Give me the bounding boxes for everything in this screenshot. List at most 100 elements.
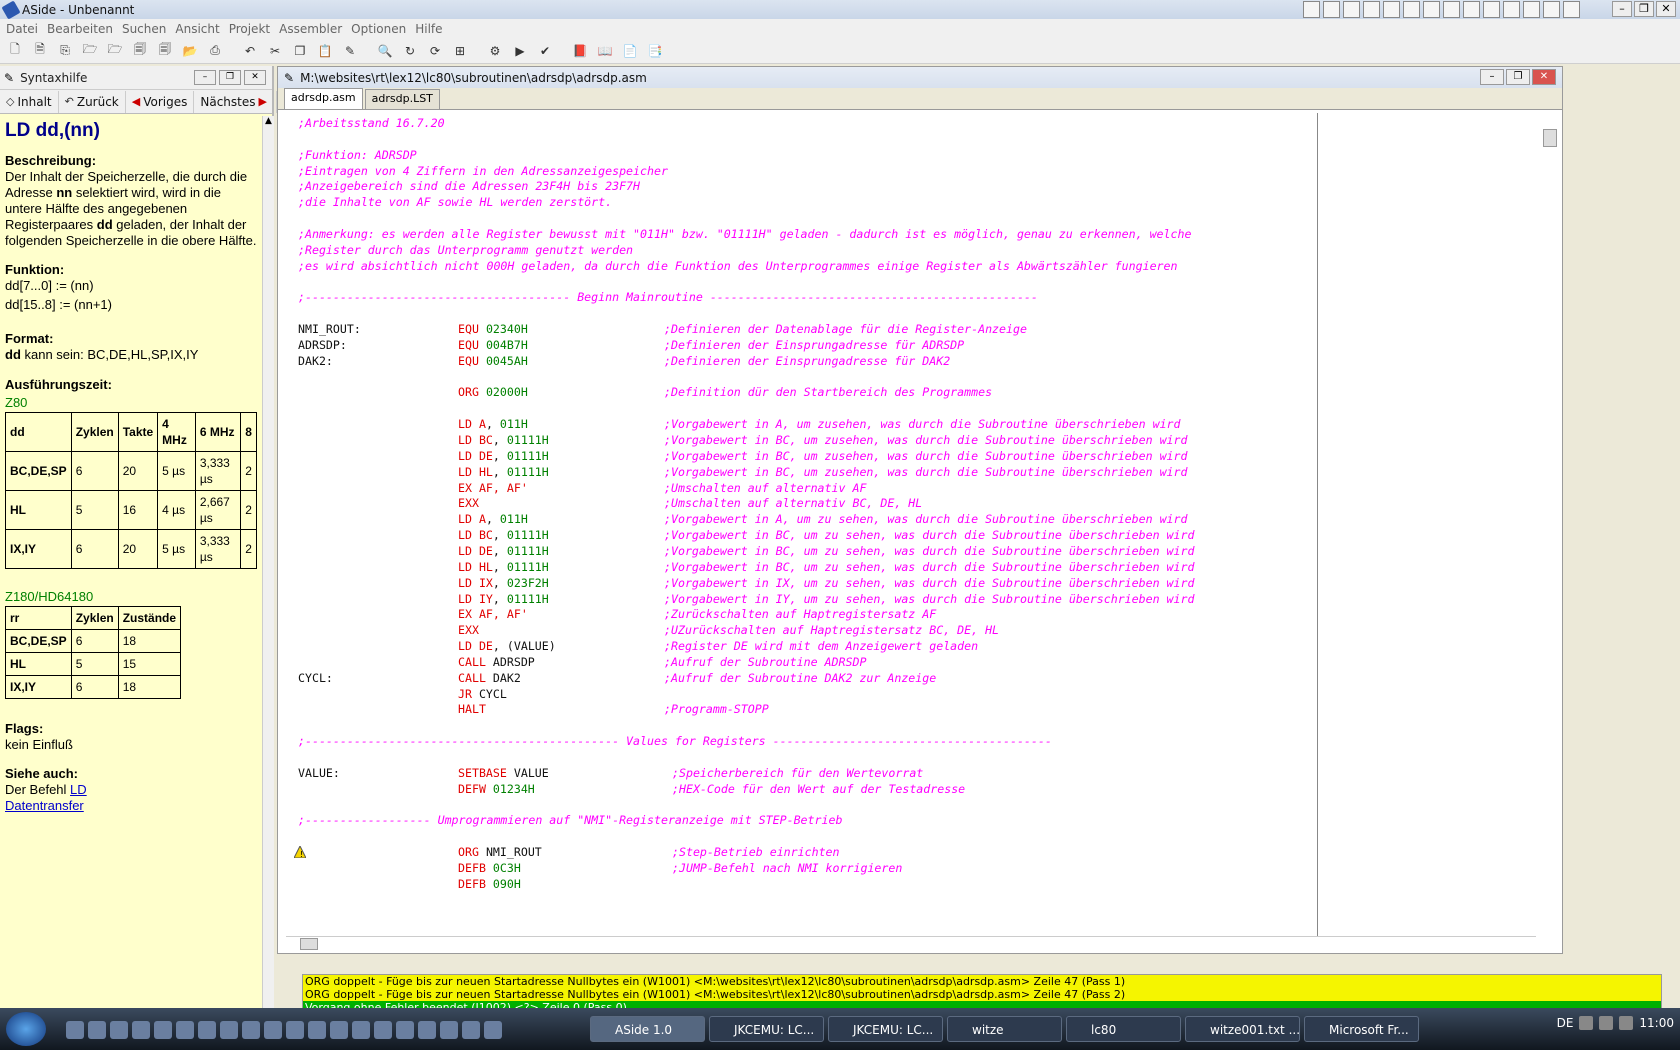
check-icon[interactable]: ✔: [536, 42, 554, 60]
help-back-button[interactable]: ↶ Zurück: [59, 90, 126, 113]
code-line[interactable]: ;Eintragen von 4 Ziffern in den Adressan…: [298, 163, 668, 179]
edit-icon[interactable]: ✎: [341, 42, 359, 60]
close-button[interactable]: ✕: [1656, 1, 1676, 17]
undo-icon[interactable]: ↶: [241, 42, 259, 60]
code-area[interactable]: ;Arbeitsstand 16.7.20 ;Funktion: ADRSDP ;E…: [284, 113, 1544, 939]
code-line[interactable]: ;------------------ Umprogrammieren auf …: [298, 812, 842, 828]
help-contents-button[interactable]: ◇ Inhalt: [0, 90, 59, 113]
quicklaunch-icon[interactable]: [242, 1021, 260, 1039]
menu-assembler[interactable]: Assembler: [279, 22, 342, 36]
vscroll-thumb[interactable]: [1543, 129, 1557, 147]
menu-datei[interactable]: Datei: [6, 22, 38, 36]
tray-app-icon[interactable]: [1443, 1, 1460, 18]
help-book-icon[interactable]: 📕: [571, 42, 589, 60]
tray-app-icon[interactable]: [1303, 1, 1320, 18]
start-button[interactable]: [6, 1012, 46, 1046]
menu-hilfe[interactable]: Hilfe: [415, 22, 442, 36]
new-document-icon[interactable]: 🗎: [31, 42, 49, 60]
quicklaunch-icon[interactable]: [418, 1021, 436, 1039]
tray-icon[interactable]: [1579, 1016, 1594, 1030]
task-witze[interactable]: witze: [947, 1016, 1062, 1042]
cut-icon[interactable]: ✂: [266, 42, 284, 60]
maximize-button[interactable]: ❐: [1634, 1, 1654, 17]
volume-icon[interactable]: [1619, 1016, 1634, 1030]
scroll-up-icon[interactable]: ▲: [263, 116, 274, 130]
tray-app-icon[interactable]: [1403, 1, 1420, 18]
menu-ansicht[interactable]: Ansicht: [175, 22, 219, 36]
tray-app-icon[interactable]: [1483, 1, 1500, 18]
assemble-icon[interactable]: ⚙: [486, 42, 504, 60]
find-icon[interactable]: 🔍: [376, 42, 394, 60]
tray-app-icon[interactable]: [1343, 1, 1360, 18]
quicklaunch-icon[interactable]: [110, 1021, 128, 1039]
tray-app-icon[interactable]: [1423, 1, 1440, 18]
quicklaunch-icon[interactable]: [66, 1021, 84, 1039]
code-line[interactable]: ;Funktion: ADRSDP: [298, 147, 417, 163]
tray-app-icon[interactable]: [1463, 1, 1480, 18]
tray-icon[interactable]: [1599, 1016, 1614, 1030]
new-project-icon[interactable]: ⎘: [56, 42, 74, 60]
open-file-icon[interactable]: 🗁: [81, 42, 99, 60]
task-aside[interactable]: ASide 1.0: [590, 1016, 705, 1042]
editor-horizontal-scrollbar[interactable]: [286, 936, 1536, 951]
editor-vertical-scrollbar[interactable]: [1542, 115, 1558, 937]
code-line[interactable]: ;Register durch das Unterprogramm genutz…: [298, 242, 633, 258]
replace-icon[interactable]: ⟳: [426, 42, 444, 60]
editor-restore-button[interactable]: ❐: [1506, 69, 1530, 85]
print-icon[interactable]: ⎙: [206, 42, 224, 60]
copy-icon[interactable]: ❐: [291, 42, 309, 60]
tray-app-icon[interactable]: [1363, 1, 1380, 18]
minimize-button[interactable]: –: [1612, 1, 1632, 17]
code-line[interactable]: ;Anzeigebereich sind die Adressen 23F4H …: [298, 178, 640, 194]
menu-projekt[interactable]: Projekt: [229, 22, 270, 36]
quicklaunch-icon[interactable]: [88, 1021, 106, 1039]
quicklaunch-icon[interactable]: [286, 1021, 304, 1039]
quicklaunch-icon[interactable]: [264, 1021, 282, 1039]
quicklaunch-icon[interactable]: [198, 1021, 216, 1039]
code-line[interactable]: ;es wird absichtlich nicht 000H geladen,…: [298, 258, 1177, 274]
link-datentransfer[interactable]: Datentransfer: [5, 798, 84, 813]
help-prev-button[interactable]: ◀ Voriges: [126, 90, 195, 113]
save-all-icon[interactable]: 🗐: [156, 42, 174, 60]
quicklaunch-icon[interactable]: [308, 1021, 326, 1039]
clock[interactable]: 11:00: [1639, 1016, 1674, 1030]
quicklaunch-icon[interactable]: [330, 1021, 348, 1039]
help-context-icon[interactable]: 📑: [646, 42, 664, 60]
open-folder-icon[interactable]: 📂: [181, 42, 199, 60]
new-file-icon[interactable]: 🗋: [6, 42, 24, 60]
find-next-icon[interactable]: ↻: [401, 42, 419, 60]
quicklaunch-icon[interactable]: [396, 1021, 414, 1039]
goto-icon[interactable]: ⊞: [451, 42, 469, 60]
quicklaunch-icon[interactable]: [132, 1021, 150, 1039]
quicklaunch-icon[interactable]: [352, 1021, 370, 1039]
menu-optionen[interactable]: Optionen: [351, 22, 406, 36]
tray-app-icon[interactable]: [1503, 1, 1520, 18]
task-lc80[interactable]: lc80: [1066, 1016, 1181, 1042]
tray-app-icon[interactable]: [1323, 1, 1340, 18]
code-line[interactable]: ;-------------------------------------- …: [298, 289, 1038, 305]
tab-adrsdp-lst[interactable]: adrsdp.LST: [364, 89, 440, 109]
task-jkcemu-1[interactable]: JKCEMU: LC...: [709, 1016, 824, 1042]
quicklaunch-icon[interactable]: [176, 1021, 194, 1039]
quicklaunch-icon[interactable]: [484, 1021, 502, 1039]
code-line[interactable]: ;---------------------------------------…: [298, 733, 1052, 749]
message-line[interactable]: ORG doppelt - Füge bis zur neuen Startad…: [303, 988, 1661, 1001]
menu-suchen[interactable]: Suchen: [122, 22, 166, 36]
language-indicator[interactable]: DE: [1557, 1016, 1574, 1030]
tray-app-icon[interactable]: [1523, 1, 1540, 18]
run-icon[interactable]: ▶: [511, 42, 529, 60]
help-topic-icon[interactable]: 📄: [621, 42, 639, 60]
quicklaunch-icon[interactable]: [462, 1021, 480, 1039]
tray-app-icon[interactable]: [1563, 1, 1580, 18]
help-restore-button[interactable]: ❐: [219, 70, 241, 85]
paste-icon[interactable]: 📋: [316, 42, 334, 60]
task-microsoft[interactable]: Microsoft Fr...: [1304, 1016, 1419, 1042]
save-icon[interactable]: 🗐: [131, 42, 149, 60]
code-line[interactable]: ;Arbeitsstand 16.7.20: [298, 115, 445, 131]
message-line[interactable]: ORG doppelt - Füge bis zur neuen Startad…: [303, 975, 1661, 988]
tab-adrsdp-asm[interactable]: adrsdp.asm: [284, 88, 363, 109]
editor-close-button[interactable]: ✕: [1532, 69, 1556, 85]
help-close-button[interactable]: ✕: [244, 70, 266, 85]
tray-app-icon[interactable]: [1543, 1, 1560, 18]
help-index-icon[interactable]: 📖: [596, 42, 614, 60]
